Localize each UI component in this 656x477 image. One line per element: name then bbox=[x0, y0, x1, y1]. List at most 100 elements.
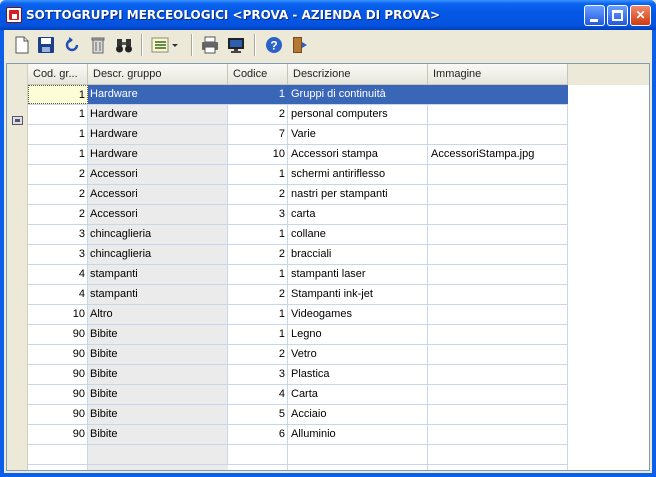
cell-descrizione[interactable]: Carta bbox=[288, 385, 428, 404]
cell-descr-gruppo[interactable]: stampanti bbox=[88, 265, 228, 284]
cell-descr-gruppo[interactable]: chincaglieria bbox=[88, 245, 228, 264]
empty-cell[interactable] bbox=[228, 445, 288, 464]
table-row[interactable]: 1 Hardware 7 Varie bbox=[28, 125, 568, 145]
exit-door-icon[interactable] bbox=[290, 35, 310, 55]
cell-immagine[interactable] bbox=[428, 285, 568, 304]
refresh-icon[interactable] bbox=[62, 35, 82, 55]
cell-descrizione[interactable]: Accessori stampa bbox=[288, 145, 428, 164]
table-row[interactable]: 90 Bibite 2 Vetro bbox=[28, 345, 568, 365]
table-row[interactable]: 90 Bibite 6 Alluminio bbox=[28, 425, 568, 445]
cell-descrizione[interactable]: bracciali bbox=[288, 245, 428, 264]
cell-descrizione[interactable]: nastri per stampanti bbox=[288, 185, 428, 204]
cell-codice[interactable]: 6 bbox=[228, 425, 288, 444]
column-header-descrizione[interactable]: Descrizione bbox=[288, 64, 428, 85]
cell-codice[interactable]: 4 bbox=[228, 385, 288, 404]
cell-immagine[interactable] bbox=[428, 185, 568, 204]
cell-immagine[interactable] bbox=[428, 305, 568, 324]
table-row[interactable]: 1 Hardware 1 Gruppi di continuità bbox=[28, 85, 568, 105]
cell-codice[interactable]: 1 bbox=[228, 225, 288, 244]
cell-immagine[interactable] bbox=[428, 405, 568, 424]
maximize-button[interactable] bbox=[607, 5, 628, 26]
cell-cod-gruppo[interactable]: 90 bbox=[28, 405, 88, 424]
empty-cell[interactable] bbox=[288, 445, 428, 464]
help-icon[interactable]: ? bbox=[264, 35, 284, 55]
close-button[interactable]: ✕ bbox=[630, 5, 651, 26]
table-row[interactable]: 1 Hardware 10 Accessori stampa AccessoriStam… bbox=[28, 145, 568, 165]
cell-descr-gruppo[interactable]: Hardware bbox=[88, 125, 228, 144]
table-row[interactable]: 4 stampanti 1 stampanti laser bbox=[28, 265, 568, 285]
table-row[interactable]: 2 Accessori 3 carta bbox=[28, 205, 568, 225]
table-row[interactable]: 90 Bibite 5 Acciaio bbox=[28, 405, 568, 425]
cell-descrizione[interactable]: collane bbox=[288, 225, 428, 244]
cell-immagine[interactable] bbox=[428, 365, 568, 384]
title-bar[interactable]: SOTTOGRUPPI MERCEOLOGICI <PROVA - AZIEND… bbox=[0, 0, 656, 30]
cell-immagine[interactable] bbox=[428, 85, 568, 104]
cell-codice[interactable]: 1 bbox=[228, 305, 288, 324]
cell-descrizione[interactable]: Vetro bbox=[288, 345, 428, 364]
cell-descr-gruppo[interactable]: Bibite bbox=[88, 425, 228, 444]
cell-immagine[interactable] bbox=[428, 245, 568, 264]
cell-descr-gruppo[interactable]: Bibite bbox=[88, 345, 228, 364]
cell-cod-gruppo[interactable]: 90 bbox=[28, 385, 88, 404]
cell-codice[interactable]: 2 bbox=[228, 185, 288, 204]
app-icon[interactable] bbox=[6, 7, 22, 23]
column-header-immagine[interactable]: Immagine bbox=[428, 64, 568, 85]
cell-descr-gruppo[interactable]: Hardware bbox=[88, 105, 228, 124]
table-row[interactable]: 10 Altro 1 Videogames bbox=[28, 305, 568, 325]
column-header-descr-gruppo[interactable]: Descr. gruppo bbox=[88, 64, 228, 85]
data-grid[interactable]: Cod. gr... Descr. gruppo Codice Descrizi… bbox=[6, 63, 650, 471]
cell-immagine[interactable] bbox=[428, 105, 568, 124]
cell-codice[interactable]: 5 bbox=[228, 405, 288, 424]
cell-descr-gruppo[interactable]: Altro bbox=[88, 305, 228, 324]
table-row[interactable]: 2 Accessori 1 schermi antiriflesso bbox=[28, 165, 568, 185]
cell-descr-gruppo[interactable]: Bibite bbox=[88, 365, 228, 384]
cell-immagine[interactable] bbox=[428, 425, 568, 444]
cell-cod-gruppo[interactable]: 90 bbox=[28, 365, 88, 384]
table-row[interactable]: 90 Bibite 1 Legno bbox=[28, 325, 568, 345]
cell-immagine[interactable] bbox=[428, 225, 568, 244]
cell-immagine[interactable] bbox=[428, 325, 568, 344]
cell-codice[interactable]: 1 bbox=[228, 165, 288, 184]
cell-immagine[interactable] bbox=[428, 265, 568, 284]
cell-descr-gruppo[interactable]: chincaglieria bbox=[88, 225, 228, 244]
cell-codice[interactable]: 3 bbox=[228, 365, 288, 384]
cell-cod-gruppo[interactable]: 1 bbox=[28, 85, 88, 104]
table-row[interactable]: 90 Bibite 4 Carta bbox=[28, 385, 568, 405]
table-row[interactable]: 2 Accessori 2 nastri per stampanti bbox=[28, 185, 568, 205]
cell-cod-gruppo[interactable]: 90 bbox=[28, 345, 88, 364]
cell-descrizione[interactable]: Gruppi di continuità bbox=[288, 85, 428, 104]
cell-codice[interactable]: 1 bbox=[228, 325, 288, 344]
column-header-codice[interactable]: Codice bbox=[228, 64, 288, 85]
cell-codice[interactable]: 10 bbox=[228, 145, 288, 164]
cell-descr-gruppo[interactable]: Bibite bbox=[88, 325, 228, 344]
cell-cod-gruppo[interactable]: 1 bbox=[28, 105, 88, 124]
cell-descrizione[interactable]: Varie bbox=[288, 125, 428, 144]
cell-descr-gruppo[interactable]: Accessori bbox=[88, 205, 228, 224]
cell-descr-gruppo[interactable]: Accessori bbox=[88, 185, 228, 204]
cell-descrizione[interactable]: Plastica bbox=[288, 365, 428, 384]
cell-immagine[interactable]: AccessoriStampa.jpg bbox=[428, 145, 568, 164]
cell-descr-gruppo[interactable]: Bibite bbox=[88, 385, 228, 404]
cell-descrizione[interactable]: schermi antiriflesso bbox=[288, 165, 428, 184]
cell-descr-gruppo[interactable]: Bibite bbox=[88, 405, 228, 424]
cell-immagine[interactable] bbox=[428, 165, 568, 184]
table-row[interactable]: 3 chincaglieria 1 collane bbox=[28, 225, 568, 245]
cell-codice[interactable]: 7 bbox=[228, 125, 288, 144]
empty-cell[interactable] bbox=[88, 445, 228, 464]
table-row[interactable]: 1 Hardware 2 personal computers bbox=[28, 105, 568, 125]
new-document-icon[interactable] bbox=[12, 35, 32, 55]
save-icon[interactable] bbox=[36, 35, 56, 55]
cell-descrizione[interactable]: Alluminio bbox=[288, 425, 428, 444]
cell-descrizione[interactable]: carta bbox=[288, 205, 428, 224]
column-header-cod-gruppo[interactable]: Cod. gr... bbox=[28, 64, 88, 85]
cell-cod-gruppo[interactable]: 2 bbox=[28, 165, 88, 184]
cell-descr-gruppo[interactable]: Hardware bbox=[88, 145, 228, 164]
list-view-icon[interactable] bbox=[150, 35, 180, 55]
cell-immagine[interactable] bbox=[428, 125, 568, 144]
cell-descrizione[interactable]: Videogames bbox=[288, 305, 428, 324]
cell-codice[interactable]: 1 bbox=[228, 85, 288, 104]
cell-cod-gruppo[interactable]: 3 bbox=[28, 225, 88, 244]
cell-codice[interactable]: 2 bbox=[228, 345, 288, 364]
cell-descrizione[interactable]: personal computers bbox=[288, 105, 428, 124]
cell-immagine[interactable] bbox=[428, 205, 568, 224]
